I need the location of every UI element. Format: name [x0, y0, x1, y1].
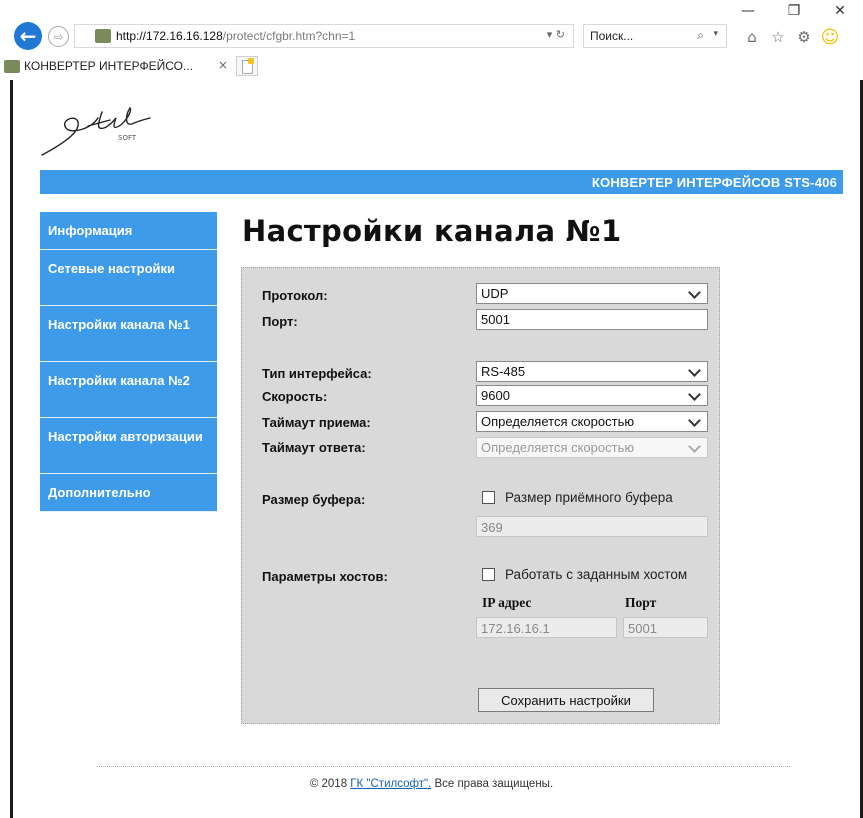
sidebar-item-channel-1[interactable]: Настройки канала №1 — [40, 306, 217, 362]
host-ip-input: 172.16.16.1 — [476, 617, 617, 638]
response-timeout-select: Определяется скоростью — [476, 437, 708, 458]
copyright-text: © 2018 — [309, 778, 351, 790]
hosts-params-label: Параметры хостов: — [262, 569, 388, 584]
speed-select[interactable]: 9600 — [476, 385, 708, 406]
sidebar-item-info[interactable]: Информация — [40, 212, 217, 250]
interface-type-select[interactable]: RS-485 — [476, 361, 708, 382]
rx-timeout-select[interactable]: Определяется скоростью — [476, 411, 708, 432]
host-checkbox-row[interactable]: Работать с заданным хостом — [482, 567, 687, 582]
header-banner: КОНВЕРТЕР ИНТЕРФЕЙСОВ STS-406 — [40, 170, 843, 194]
settings-form: Протокол: UDP Порт: 5001 Тип интерфейса:… — [241, 267, 720, 724]
home-icon[interactable]: ⌂ — [742, 27, 762, 47]
save-settings-button[interactable]: Сохранить настройки — [478, 688, 654, 712]
new-tab-button[interactable] — [236, 56, 258, 76]
host-checkbox-label: Работать с заданным хостом — [505, 567, 688, 582]
port-header: Порт — [625, 595, 657, 610]
company-link[interactable]: ГК "Стилсофт". — [350, 778, 431, 790]
sidebar: Информация Сетевые настройки Настройки к… — [40, 212, 217, 512]
tab-strip: КОНВЕРТЕР ИНТЕРФЕЙСО... × — [0, 55, 863, 79]
browser-nav-bar: ← ⇨ http://172.16.16.128/protect/cfgbr.h… — [0, 18, 863, 52]
rx-timeout-label: Таймаут приема: — [262, 415, 371, 430]
host-checkbox[interactable] — [482, 568, 495, 581]
forward-button[interactable]: ⇨ — [48, 26, 69, 47]
response-timeout-label: Таймаут ответа: — [262, 440, 366, 455]
gear-icon[interactable]: ⚙ — [794, 27, 814, 47]
sidebar-item-advanced[interactable]: Дополнительно — [40, 474, 217, 512]
footer: © 2018 ГК "Стилсофт". Все права защищены… — [0, 778, 863, 790]
page-border-left — [10, 80, 13, 818]
buffer-checkbox-label: Размер приёмного буфера — [505, 490, 673, 505]
protocol-select[interactable]: UDP — [476, 283, 708, 304]
port-label: Порт: — [262, 314, 298, 329]
tab-title: КОНВЕРТЕР ИНТЕРФЕЙСО... — [24, 59, 193, 73]
tab-favicon-icon — [4, 59, 20, 73]
buffer-checkbox-row[interactable]: Размер приёмного буфера — [482, 490, 673, 505]
sidebar-item-network[interactable]: Сетевые настройки — [40, 250, 217, 306]
search-input[interactable]: Поиск... ⌕ ▾ — [583, 24, 727, 48]
address-bar[interactable]: http://172.16.16.128/protect/cfgbr.htm?c… — [74, 24, 574, 48]
protocol-label: Протокол: — [262, 288, 328, 303]
sidebar-item-channel-2[interactable]: Настройки канала №2 — [40, 362, 217, 418]
svg-text:SOFT: SOFT — [118, 134, 137, 142]
host-port-input: 5001 — [623, 617, 708, 638]
buffer-size-input: 369 — [476, 516, 708, 537]
speed-label: Скорость: — [262, 389, 328, 404]
port-input[interactable]: 5001 — [476, 309, 708, 330]
smiley-icon[interactable]: ☺ — [820, 27, 840, 48]
star-icon[interactable]: ☆ — [768, 27, 788, 47]
search-placeholder: Поиск... — [590, 29, 634, 43]
interface-type-label: Тип интерфейса: — [262, 366, 372, 381]
footer-divider — [97, 766, 790, 767]
refresh-icon[interactable]: ▾ ↻ — [547, 28, 565, 41]
rights-text: Все права защищены. — [431, 778, 554, 790]
url-host: http://172.16.16.128 — [116, 29, 223, 43]
buffer-size-label: Размер буфера: — [262, 492, 366, 507]
stilsoft-logo: SOFT — [41, 106, 151, 156]
close-icon[interactable]: × — [218, 58, 228, 72]
site-favicon-icon — [95, 29, 111, 43]
toolbar-icons: ⌂ ☆ ⚙ ☺ — [742, 27, 840, 48]
url-path: /protect/cfgbr.htm?chn=1 — [222, 29, 356, 43]
page-title: Настройки канала №1 — [242, 214, 622, 248]
buffer-checkbox[interactable] — [482, 491, 495, 504]
ip-address-header: IP адрес — [482, 595, 532, 610]
back-button[interactable]: ← — [14, 22, 42, 50]
tab-active[interactable]: КОНВЕРТЕР ИНТЕРФЕЙСО... × — [0, 55, 232, 77]
search-icon[interactable]: ⌕ — [697, 28, 704, 43]
chevron-down-icon[interactable]: ▾ — [713, 29, 718, 39]
sidebar-item-auth[interactable]: Настройки авторизации — [40, 418, 217, 474]
